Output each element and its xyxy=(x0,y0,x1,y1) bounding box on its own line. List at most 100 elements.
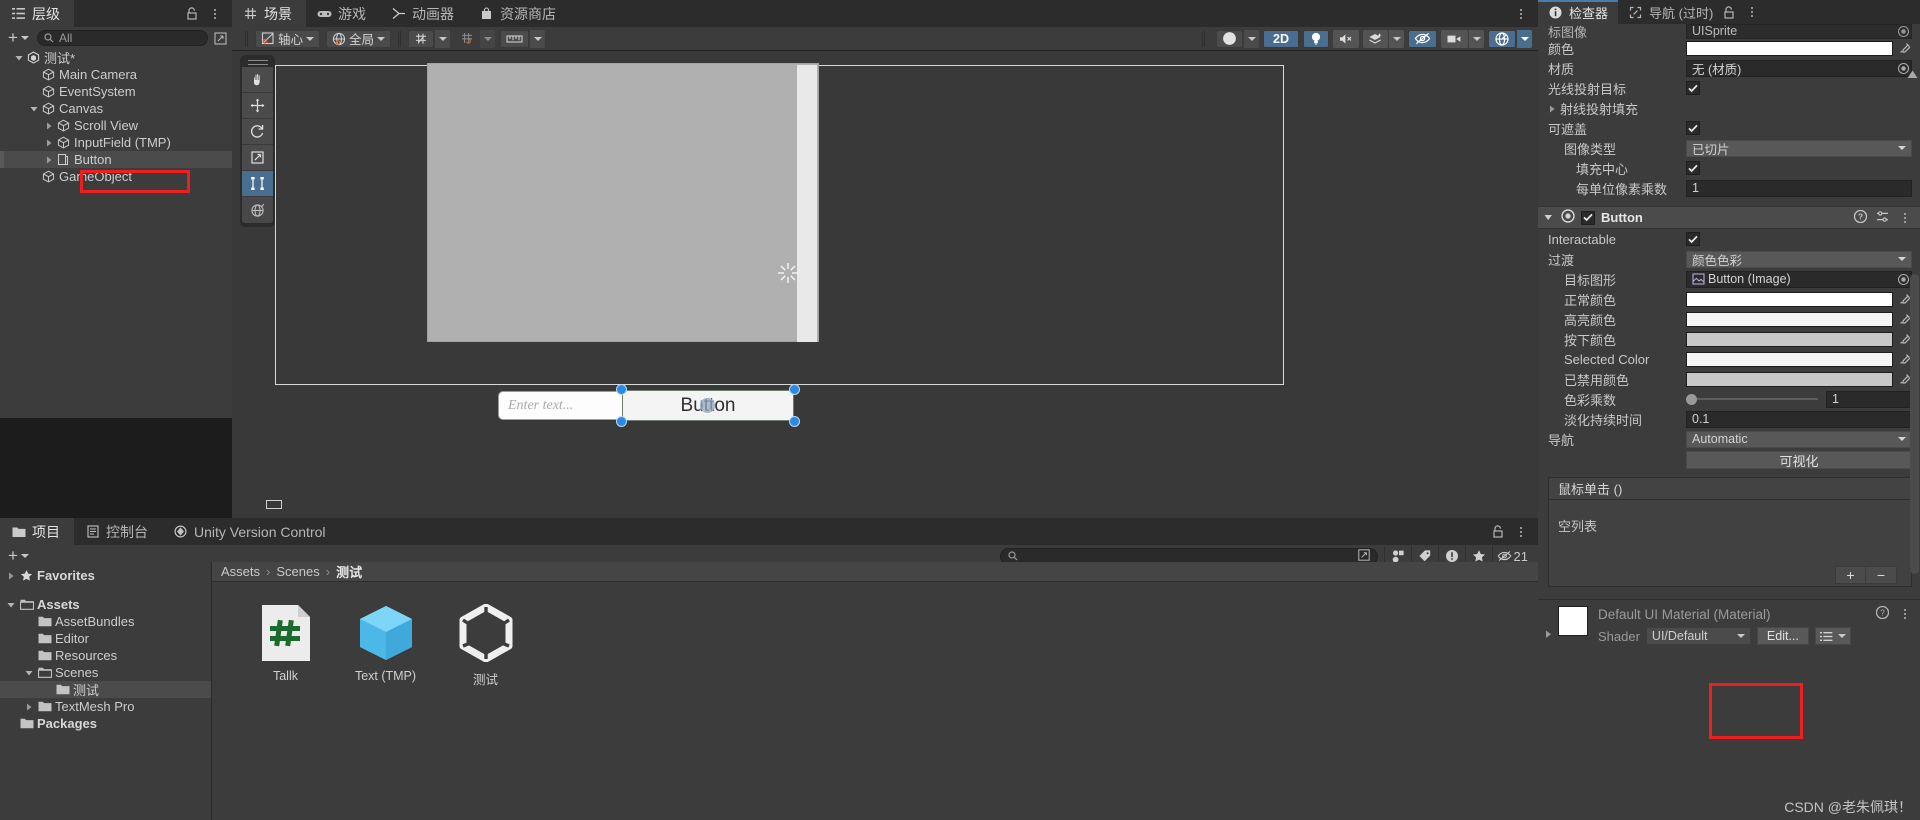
button-component-header[interactable]: Button ? xyxy=(1538,206,1920,229)
button-enabled-checkbox[interactable] xyxy=(1581,210,1595,225)
transform-tool-button[interactable] xyxy=(242,197,273,223)
scene-camera-dropdown[interactable] xyxy=(1469,29,1484,48)
grid-snap-dropdown[interactable] xyxy=(435,29,451,48)
foldout-triangle-icon[interactable] xyxy=(42,139,55,147)
property-slider[interactable] xyxy=(1686,392,1818,406)
visualize-button[interactable]: 可视化 xyxy=(1686,451,1912,469)
ruler-button[interactable] xyxy=(500,29,530,48)
project-tree-item-assetbundles[interactable]: AssetBundles xyxy=(0,613,211,630)
breadcrumb-item-0[interactable]: Assets xyxy=(221,564,260,579)
grid-snap-group[interactable] xyxy=(408,29,451,48)
gizmos-button[interactable] xyxy=(1488,29,1516,48)
property-color-swatch[interactable] xyxy=(1686,291,1893,307)
effects-group[interactable] xyxy=(1363,29,1404,48)
clipped-row-field[interactable]: UISprite xyxy=(1686,24,1912,39)
button-component-menu-icon[interactable] xyxy=(1898,210,1912,226)
resize-handle-top-left[interactable] xyxy=(616,384,627,395)
project-tree-item-assets[interactable]: Assets xyxy=(0,596,211,613)
inspector-menu-icon[interactable] xyxy=(1745,4,1759,20)
resize-handle-bottom-right[interactable] xyxy=(789,416,800,427)
hierarchy-tree[interactable]: 测试* Main Camera EventSystem Canvas Scroll Vi… xyxy=(0,49,232,418)
lock-icon[interactable] xyxy=(1492,525,1504,538)
foldout-triangle-icon[interactable] xyxy=(12,54,25,62)
hierarchy-item-inputfield-tmp[interactable]: InputField (TMP) xyxy=(0,134,232,151)
property-checkbox[interactable] xyxy=(1686,121,1700,135)
scene-camera-button[interactable] xyxy=(1441,29,1468,48)
shading-mode-dropdown[interactable] xyxy=(1244,29,1260,48)
canvas-resize-handle[interactable] xyxy=(266,500,282,509)
resize-handle-bottom-left[interactable] xyxy=(616,416,627,427)
property-text-field[interactable]: 0.1 xyxy=(1686,410,1912,428)
gizmos-group[interactable] xyxy=(1488,29,1532,48)
foldout-triangle-icon[interactable] xyxy=(22,669,36,677)
lock-icon[interactable] xyxy=(1723,5,1735,19)
eyedropper-icon[interactable] xyxy=(1897,42,1912,54)
property-color-swatch[interactable] xyxy=(1686,371,1893,387)
hierarchy-item-button[interactable]: Button xyxy=(0,151,232,168)
palette-drag-handle[interactable] xyxy=(247,58,269,67)
tab-console[interactable]: 控制台 xyxy=(74,518,162,545)
hierarchy-search-expand-icon[interactable] xyxy=(212,30,228,46)
ui-button-selection[interactable]: Button xyxy=(616,384,800,427)
hierarchy-item-main-camera[interactable]: Main Camera xyxy=(0,66,232,83)
rotate-tool-button[interactable] xyxy=(242,119,273,145)
object-picker-icon[interactable] xyxy=(1896,25,1911,38)
2d-toggle-button[interactable]: 2D xyxy=(1263,29,1299,48)
asset-item[interactable]: Tallk xyxy=(247,604,324,688)
effects-dropdown[interactable] xyxy=(1389,29,1404,48)
scene-menu-icon[interactable] xyxy=(1514,6,1528,22)
inspector-scroll-up-icon[interactable] xyxy=(1907,66,1918,82)
shading-mode-group[interactable] xyxy=(1216,29,1260,48)
add-listener-button[interactable]: + xyxy=(1835,566,1866,584)
project-tree-item-textmesh-pro[interactable]: TextMesh Pro xyxy=(0,698,211,715)
scene-viewport[interactable]: Enter text... Button xyxy=(232,51,1538,518)
shading-mode-button[interactable] xyxy=(1216,29,1244,48)
tab-game[interactable]: 游戏 xyxy=(306,0,380,27)
ruler-dropdown[interactable] xyxy=(530,29,546,48)
foldout-triangle-icon[interactable] xyxy=(42,156,55,164)
property-dropdown[interactable]: 颜色色彩 xyxy=(1686,250,1912,268)
magnet-snap-dropdown[interactable] xyxy=(480,29,496,48)
property-color-swatch[interactable] xyxy=(1686,311,1893,327)
hierarchy-menu-icon[interactable] xyxy=(208,6,222,22)
audio-toggle-button[interactable] xyxy=(1333,29,1359,48)
property-color-swatch[interactable] xyxy=(1686,331,1893,347)
scroll-view-scrollbar[interactable] xyxy=(797,65,817,342)
object-picker-icon[interactable] xyxy=(1896,273,1911,286)
property-dropdown[interactable]: Automatic xyxy=(1686,430,1912,448)
property-slider-value[interactable]: 1 xyxy=(1826,390,1912,408)
foldout-triangle-icon[interactable] xyxy=(27,105,40,113)
ruler-group[interactable] xyxy=(500,29,546,48)
foldout-triangle-icon[interactable] xyxy=(42,122,55,130)
scene-visibility-button[interactable] xyxy=(1408,29,1437,48)
shader-edit-button[interactable]: Edit... xyxy=(1756,627,1809,645)
hierarchy-item-gameobject[interactable]: GameObject xyxy=(0,168,232,185)
hierarchy-item-eventsystem[interactable]: EventSystem xyxy=(0,83,232,100)
property-checkbox[interactable] xyxy=(1686,232,1700,246)
property-checkbox[interactable] xyxy=(1686,161,1700,175)
hierarchy-item-[interactable]: 测试* xyxy=(0,49,232,66)
foldout-triangle-icon[interactable] xyxy=(1544,213,1555,222)
scene-camera-group[interactable] xyxy=(1441,29,1484,48)
pivot-mode-button[interactable]: 轴心 xyxy=(255,29,321,48)
property-color-swatch[interactable] xyxy=(1686,351,1893,367)
project-tree-item-resources[interactable]: Resources xyxy=(0,647,211,664)
hand-tool-button[interactable] xyxy=(242,67,273,93)
breadcrumb-item-1[interactable]: Scenes xyxy=(276,564,319,579)
tab-unity-version-control[interactable]: Unity Version Control xyxy=(162,518,340,545)
project-tree-item-packages[interactable]: Packages xyxy=(0,715,211,732)
project-tree-item-editor[interactable]: Editor xyxy=(0,630,211,647)
create-object-button[interactable]: + xyxy=(4,29,33,47)
resize-handle-top-right[interactable] xyxy=(789,384,800,395)
inspector-scrollbar[interactable] xyxy=(1910,274,1919,574)
tab-project[interactable]: 项目 xyxy=(0,518,74,545)
space-mode-button[interactable]: 全局 xyxy=(326,29,392,48)
tab-asset-store[interactable]: 资源商店 xyxy=(468,0,570,27)
asset-item[interactable]: 测试 xyxy=(447,604,524,688)
preset-icon[interactable] xyxy=(1876,210,1889,226)
property-text-field[interactable]: 1 xyxy=(1686,179,1912,197)
project-tree-item-[interactable]: 测试 xyxy=(0,681,211,698)
help-icon[interactable]: ? xyxy=(1875,605,1890,622)
remove-listener-button[interactable]: − xyxy=(1866,566,1897,584)
foldout-triangle-icon[interactable] xyxy=(4,601,18,609)
